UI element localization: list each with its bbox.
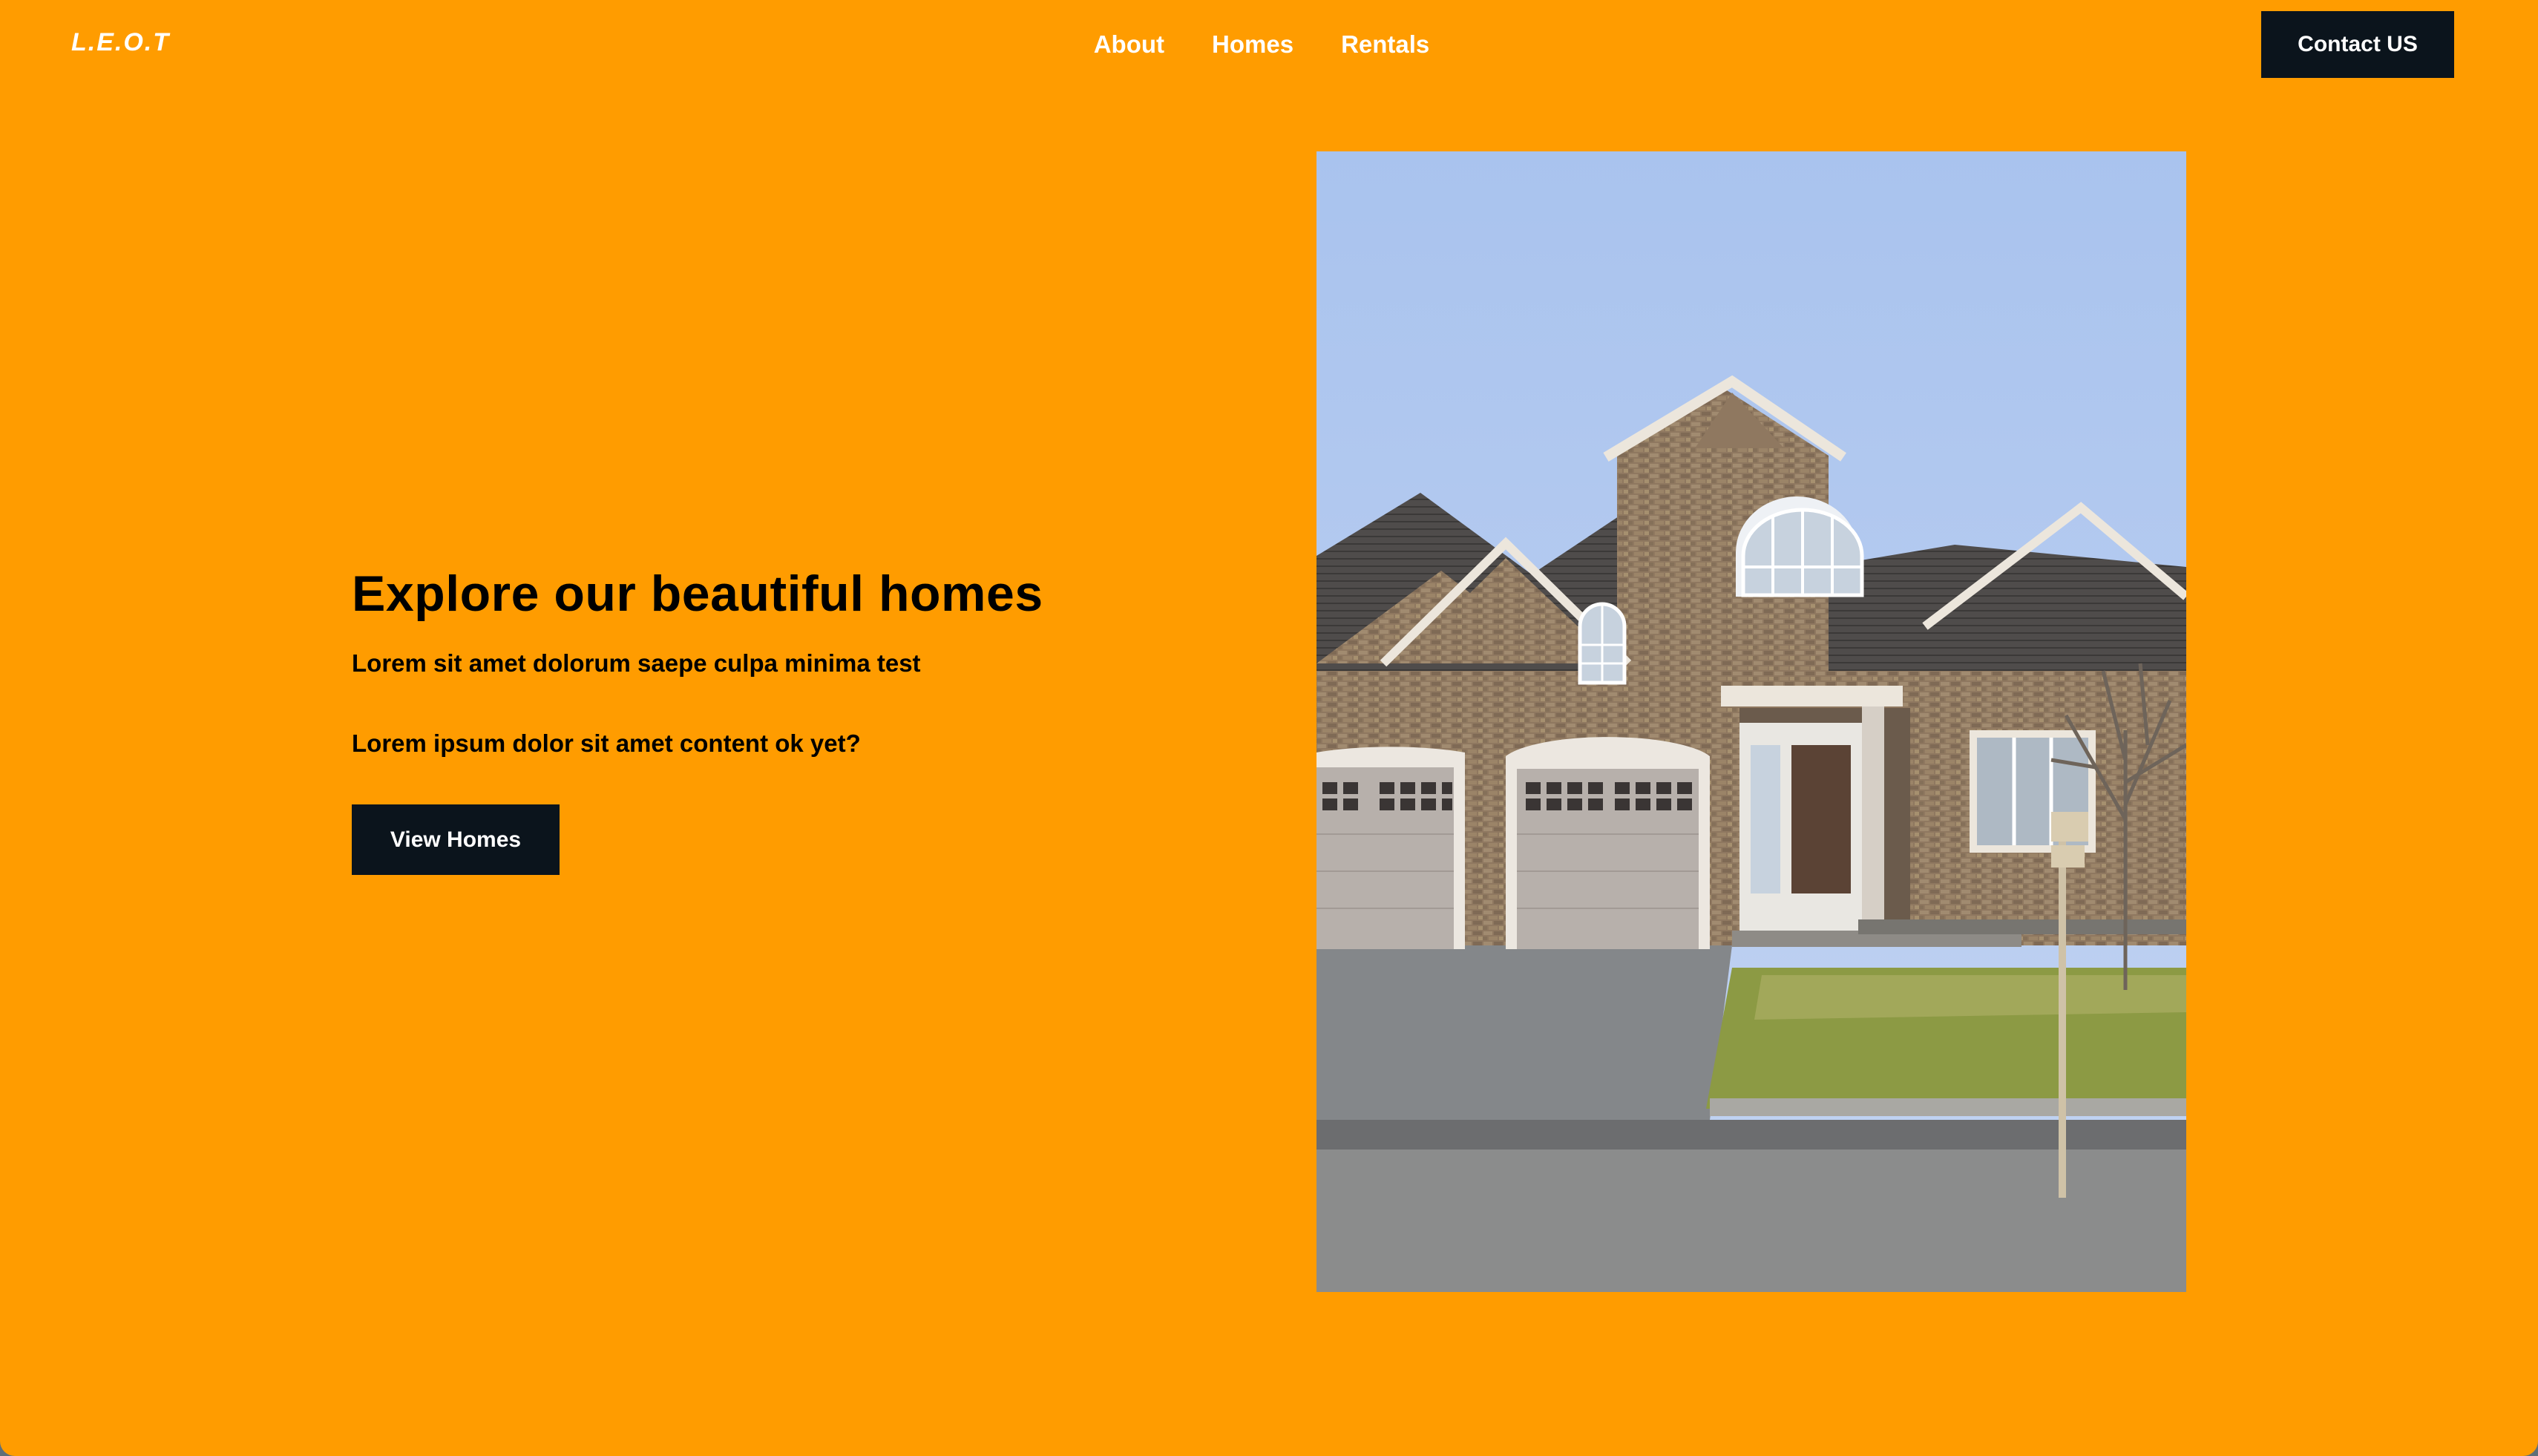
house-photo xyxy=(1316,151,2186,1292)
hero-section: Explore our beautiful homes Lorem sit am… xyxy=(352,558,1168,875)
contact-us-button[interactable]: Contact US xyxy=(2261,11,2454,78)
hero-title: Explore our beautiful homes xyxy=(352,565,1043,622)
nav-about[interactable]: About xyxy=(1094,27,1164,62)
nav-homes[interactable]: Homes xyxy=(1212,27,1293,62)
main-nav: About Homes Rentals xyxy=(1039,27,1484,62)
logo[interactable]: L.E.O.T xyxy=(71,28,170,57)
hero-subtitle: Lorem sit amet dolorum saepe culpa minim… xyxy=(352,649,921,677)
page: L.E.O.T About Homes Rentals Contact US E… xyxy=(0,0,2538,1456)
view-homes-button[interactable]: View Homes xyxy=(352,804,560,875)
hero-tagline: Lorem ipsum dolor sit amet content ok ye… xyxy=(352,729,861,757)
nav-rentals[interactable]: Rentals xyxy=(1341,27,1429,62)
